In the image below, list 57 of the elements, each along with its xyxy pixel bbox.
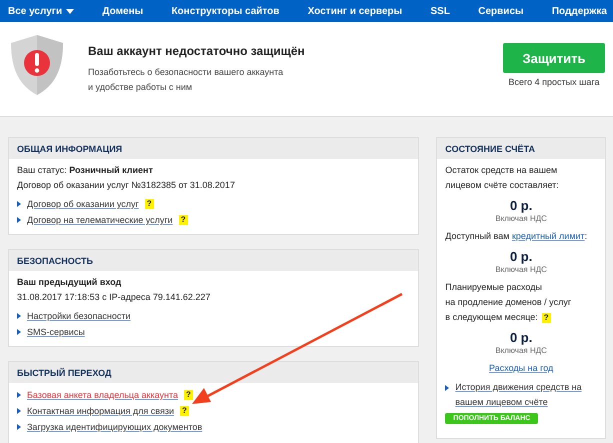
- security-link[interactable]: Настройки безопасности: [27, 308, 131, 324]
- status-label: Ваш статус:: [17, 165, 67, 175]
- credit-amount: 0 р.: [508, 249, 534, 264]
- nav-link[interactable]: Все услуги: [8, 6, 74, 16]
- nav-link[interactable]: Конструкторы сайтов: [171, 6, 280, 16]
- bullet-icon: [17, 201, 21, 207]
- yearly-expenses-link[interactable]: Расходы на год: [489, 363, 554, 373]
- planned-text: в следующем месяце:: [445, 311, 538, 324]
- help-badge[interactable]: ?: [180, 406, 189, 416]
- nav-link[interactable]: Хостинг и серверы: [308, 6, 402, 16]
- alert-description: и удобстве работы с ним: [88, 80, 194, 94]
- caret-icon: [66, 8, 74, 14]
- status-value: Розничный клиент: [69, 165, 153, 175]
- security-link[interactable]: SMS-сервисы: [27, 324, 85, 340]
- help-badge[interactable]: ?: [144, 199, 154, 209]
- help-badge[interactable]: ?: [178, 215, 188, 225]
- planned-text: на продление доменов / услуг: [445, 296, 572, 309]
- bullet-icon: [17, 424, 21, 430]
- nav-link[interactable]: Домены: [102, 6, 144, 16]
- nav-link[interactable]: SSL: [430, 6, 450, 16]
- bullet-icon: [17, 329, 21, 335]
- last-login-label: Ваш предыдущий вход: [17, 277, 122, 287]
- vat-note: Включая НДС: [494, 264, 548, 275]
- last-login-text: 31.08.2017 17:18:53 с IP-адреса 79.141.62.227: [17, 291, 212, 304]
- balance-text: Остаток средств на вашем: [445, 164, 558, 177]
- shield-warning-icon: [8, 34, 66, 96]
- vat-note: Включая НДС: [494, 213, 548, 224]
- credit-text: Доступный вам кредитный лимит:: [445, 230, 588, 243]
- bullet-icon: [17, 408, 21, 414]
- planned-amount: 0 р.: [508, 330, 534, 345]
- alert-description: Позаботьтесь о безопасности вашего аккаунта: [88, 66, 284, 79]
- nav-link[interactable]: Поддержка: [552, 6, 607, 16]
- bullet-icon: [445, 385, 450, 391]
- vat-note: Включая НДС: [494, 345, 548, 356]
- quick-link[interactable]: Контактная информация для связи: [27, 403, 174, 419]
- section-title: ОБЩАЯ ИНФОРМАЦИЯ: [9, 138, 418, 159]
- help-badge[interactable]: ?: [184, 390, 193, 400]
- section-title: БЫСТРЫЙ ПЕРЕХОД: [9, 362, 418, 383]
- steps-note: Всего 4 простых шага: [508, 77, 600, 87]
- balance-text: лицевом счёте составляет:: [445, 179, 560, 192]
- nav-link[interactable]: Сервисы: [478, 6, 524, 16]
- contract-text: Договор об оказании услуг №3182385 от 31.08.2017: [17, 179, 236, 192]
- document-link[interactable]: Договор об оказании услуг: [27, 196, 139, 212]
- bullet-icon: [17, 392, 21, 398]
- quick-link[interactable]: Базовая анкета владельца аккаунта: [27, 387, 178, 403]
- quick-link[interactable]: Загрузка идентифицирующих документов: [27, 419, 202, 435]
- balance-amount: 0 р.: [508, 198, 534, 213]
- document-link[interactable]: Договор на телематические услуги: [27, 212, 173, 228]
- section-title: СОСТОЯНИЕ СЧЁТА: [437, 138, 605, 159]
- help-badge[interactable]: ?: [542, 312, 551, 322]
- planned-text: Планируемые расходы: [445, 281, 542, 294]
- bullet-icon: [17, 217, 21, 223]
- bullet-icon: [17, 313, 21, 319]
- history-link[interactable]: История движения средств на вашем лицевом счёте: [455, 380, 597, 410]
- section-title: БЕЗОПАСНОСТЬ: [9, 250, 418, 271]
- alert-title: Ваш аккаунт недостаточно защищён: [88, 44, 306, 58]
- credit-limit-link[interactable]: кредитный лимит: [512, 231, 585, 241]
